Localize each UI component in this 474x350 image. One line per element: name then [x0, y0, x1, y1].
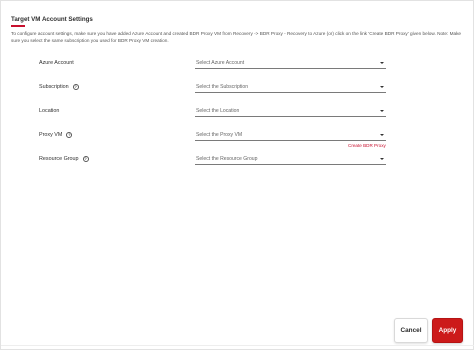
select-placeholder: Select the Proxy VM — [196, 132, 243, 138]
caret-down-icon — [380, 86, 384, 88]
field-row-resource-group: Resource Group ? Select the Resource Gro… — [1, 153, 474, 169]
caret-down-icon — [380, 110, 384, 112]
field-label-text: Subscription — [39, 84, 69, 90]
create-bdr-proxy-link[interactable]: Create BDR Proxy — [348, 143, 386, 148]
apply-button[interactable]: Apply — [432, 318, 463, 343]
dialog-title: Target VM Account Settings — [11, 16, 93, 23]
caret-down-icon — [380, 158, 384, 160]
caret-down-icon — [380, 62, 384, 64]
field-label-text: Location — [39, 108, 60, 114]
field-label-resource-group: Resource Group ? — [39, 156, 89, 162]
azure-account-select[interactable]: Select Azure Account — [195, 57, 386, 69]
field-label-location: Location — [39, 108, 59, 114]
field-label-text: Azure Account — [39, 60, 74, 66]
select-placeholder: Select the Resource Group — [196, 156, 258, 162]
subscription-select[interactable]: Select the Subscription — [195, 81, 386, 93]
select-placeholder: Select the Subscription — [196, 84, 249, 90]
target-vm-settings-dialog: Target VM Account Settings To configure … — [0, 0, 474, 350]
select-placeholder: Select Azure Account — [196, 60, 245, 66]
field-row-location: Location Select the Location — [1, 105, 474, 121]
field-label-text: Resource Group — [39, 156, 79, 162]
help-icon[interactable]: ? — [72, 84, 79, 90]
field-label-azure-account: Azure Account — [39, 60, 74, 66]
field-label-proxy-vm: Proxy VM ? — [39, 132, 73, 138]
proxy-vm-select[interactable]: Select the Proxy VM — [195, 129, 386, 141]
location-select[interactable]: Select the Location — [195, 105, 386, 117]
caret-down-icon — [380, 134, 384, 136]
field-label-text: Proxy VM — [39, 132, 63, 138]
dialog-description: To configure account settings, make sure… — [11, 31, 462, 43]
cancel-button[interactable]: Cancel — [394, 318, 428, 343]
resource-group-select[interactable]: Select the Resource Group — [195, 153, 386, 165]
field-row-azure-account: Azure Account Select Azure Account — [1, 57, 474, 73]
field-row-subscription: Subscription ? Select the Subscription — [1, 81, 474, 97]
help-icon[interactable]: ? — [82, 156, 89, 162]
field-label-subscription: Subscription ? — [39, 84, 79, 90]
select-placeholder: Select the Location — [196, 108, 240, 114]
help-icon[interactable]: ? — [66, 132, 73, 138]
title-underline — [11, 25, 25, 27]
field-row-proxy-vm: Proxy VM ? Select the Proxy VM — [1, 129, 474, 145]
footer-divider — [1, 345, 474, 346]
